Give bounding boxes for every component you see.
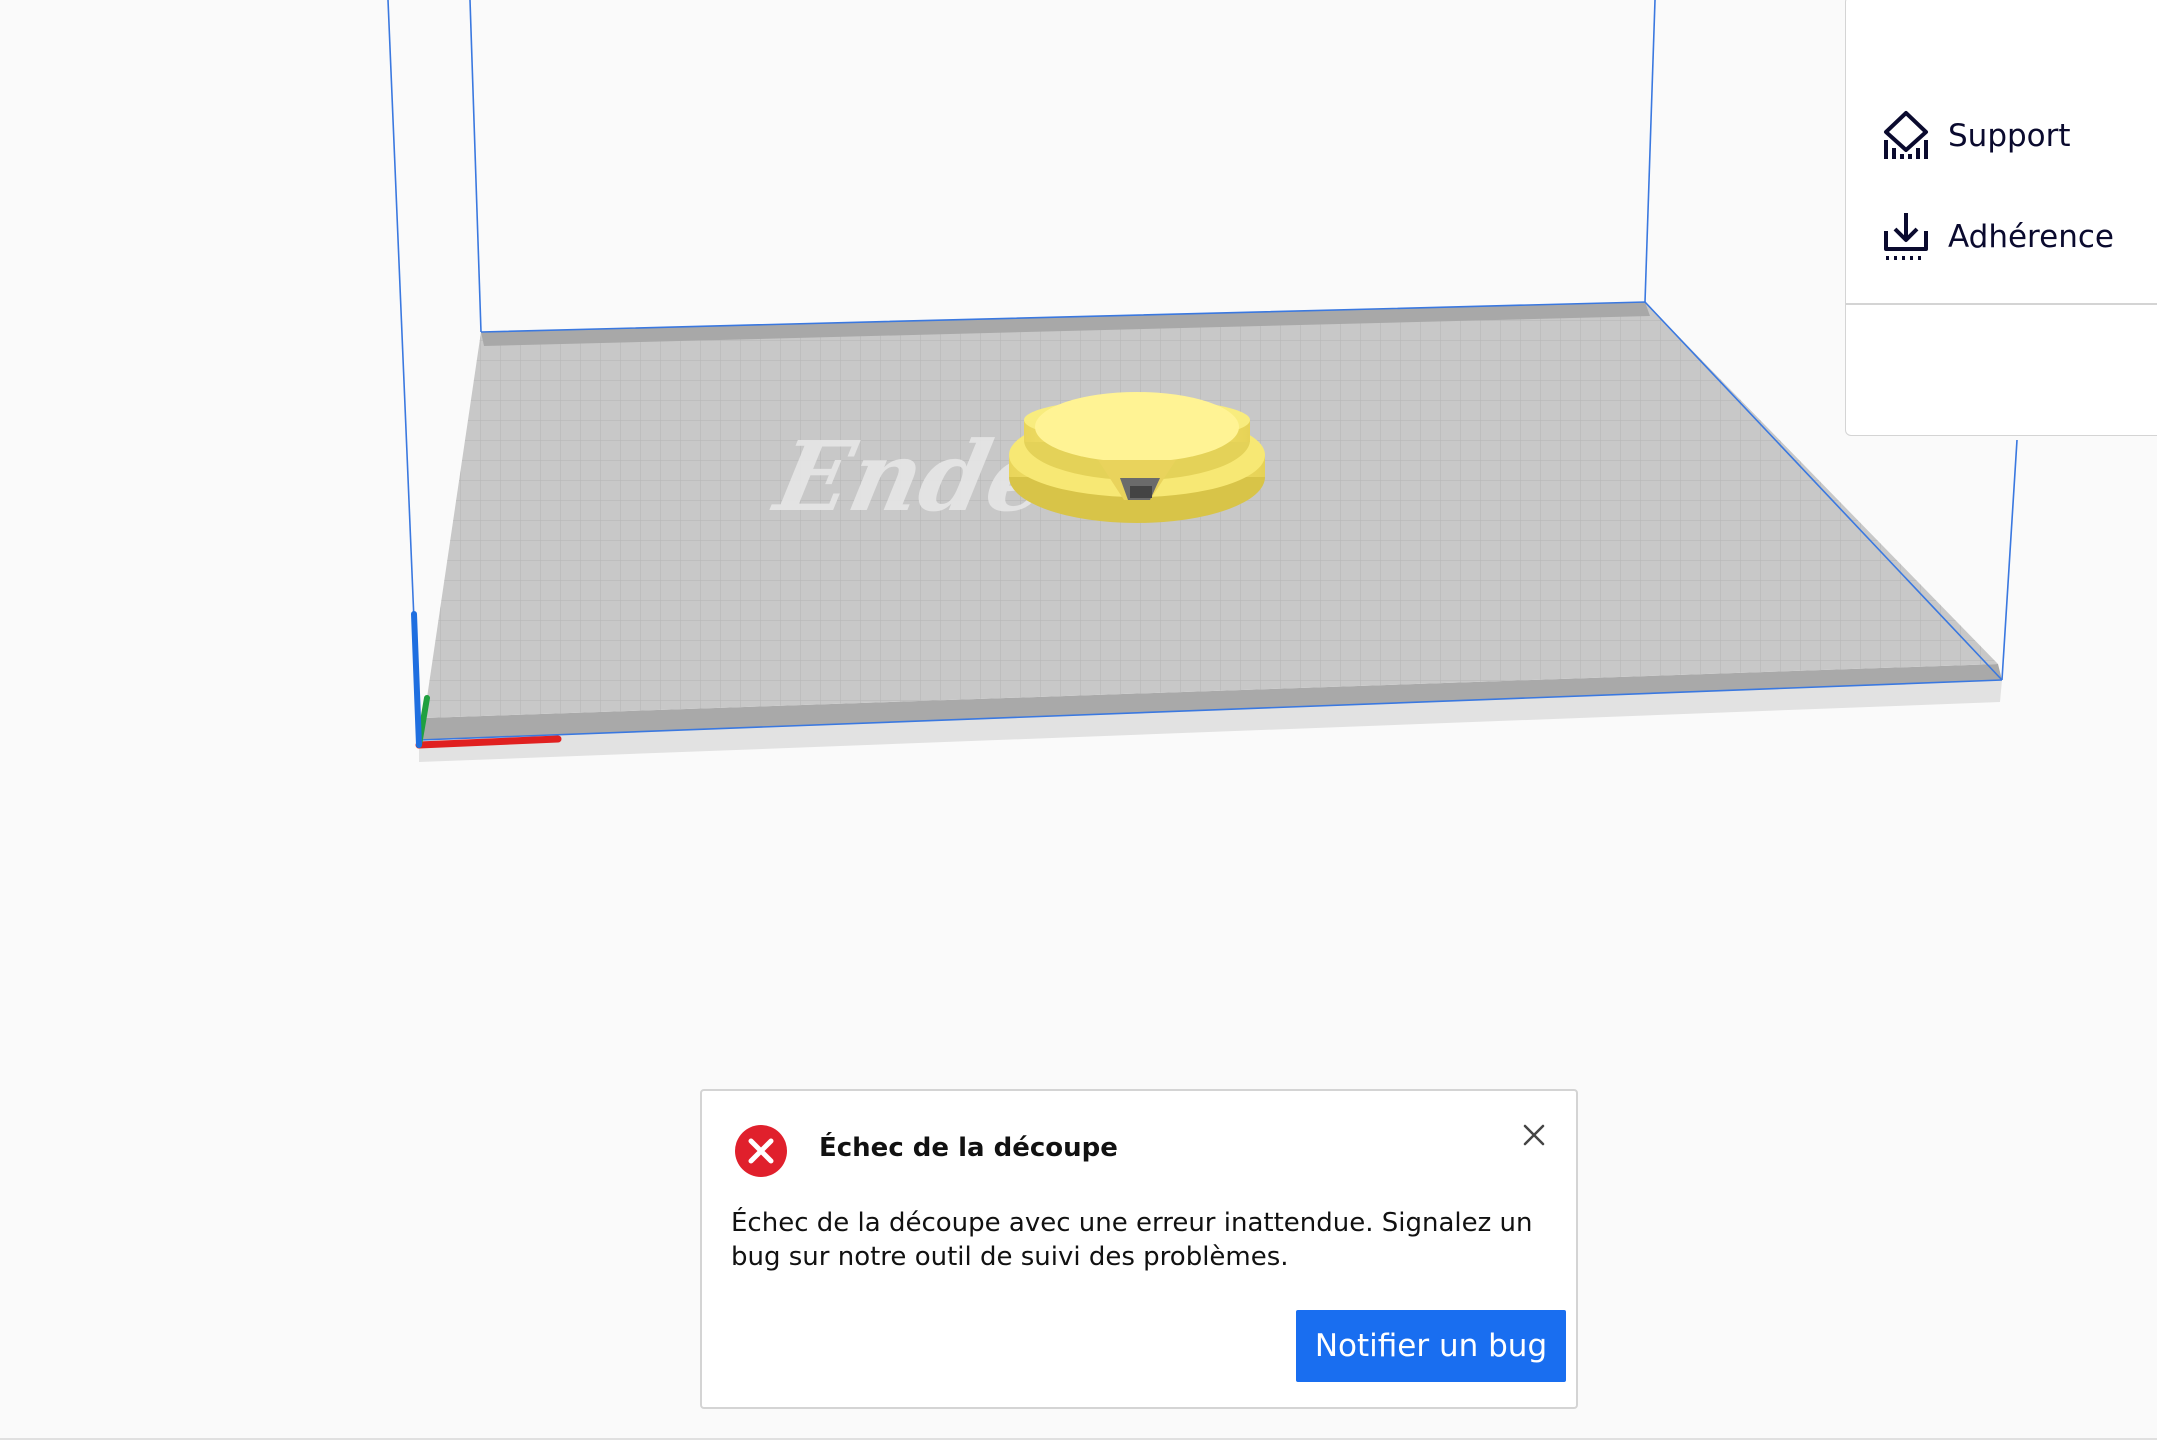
- support-icon: [1882, 110, 1930, 162]
- slicing-error-message: Échec de la découpe Échec de la découpe …: [700, 1089, 1578, 1409]
- adhesion-icon: [1882, 211, 1930, 263]
- error-icon: [734, 1124, 788, 1178]
- adhesion-label: Adhérence: [1948, 219, 2114, 255]
- print-settings-panel: Support Adhérence: [1845, 0, 2157, 436]
- adhesion-setting[interactable]: Adhérence: [1882, 209, 2114, 265]
- report-bug-button[interactable]: Notifier un bug: [1296, 1310, 1566, 1382]
- message-title: Échec de la découpe: [819, 1133, 1118, 1163]
- message-body: Échec de la découpe avec une erreur inat…: [731, 1208, 1533, 1272]
- panel-divider: [1846, 303, 2157, 305]
- support-setting[interactable]: Support: [1882, 108, 2071, 164]
- close-icon[interactable]: [1520, 1121, 1548, 1149]
- support-label: Support: [1948, 118, 2071, 154]
- model-ring[interactable]: [1009, 392, 1265, 523]
